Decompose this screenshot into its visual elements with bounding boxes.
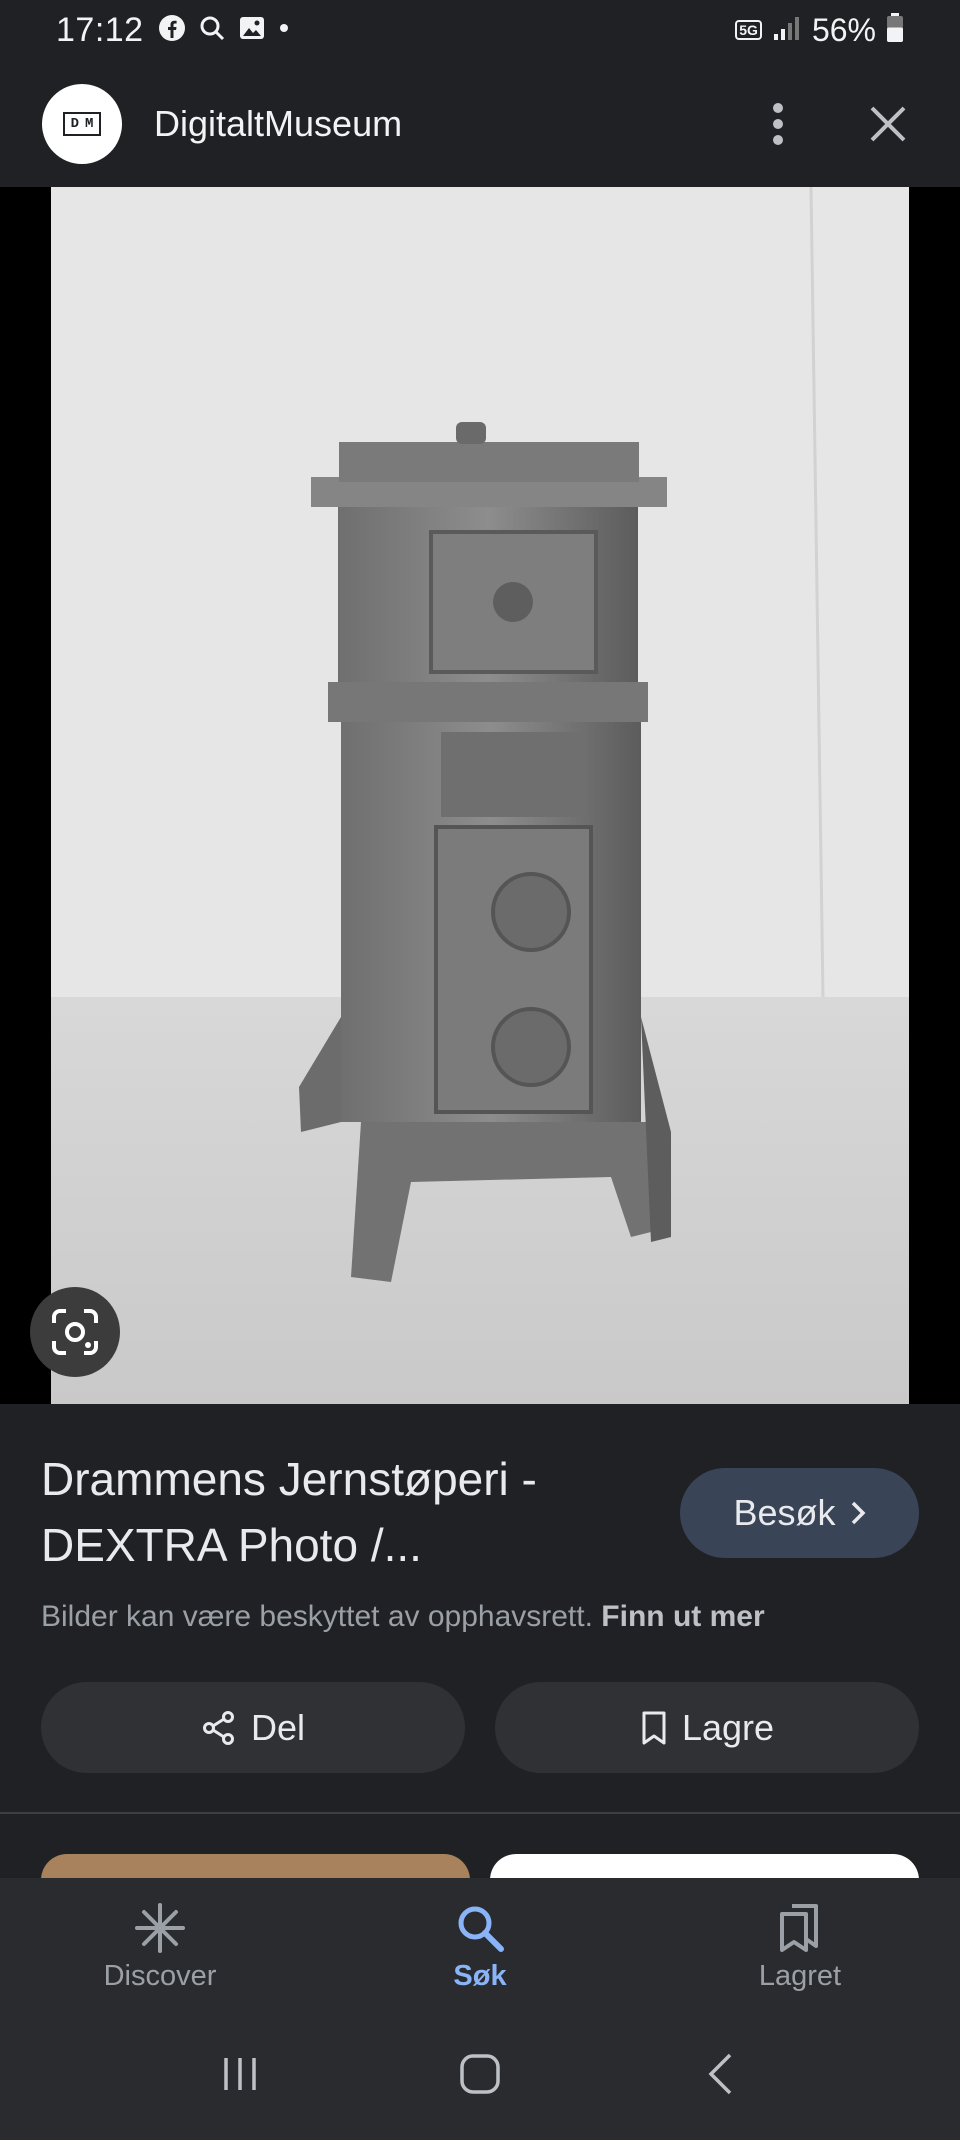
copyright-notice: Bilder kan være beskyttet av opphavsrett… [41,1600,765,1634]
home-icon [460,2054,500,2094]
stove-photo [51,187,909,1404]
visit-button[interactable]: Besøk [680,1468,919,1558]
action-buttons: Del Lagre [41,1682,919,1773]
site-logo[interactable]: D M [42,83,122,164]
status-time: 17:12 [56,10,144,49]
related-image-card[interactable] [490,1854,919,1878]
battery-icon [886,12,904,48]
battery-percent: 56% [811,11,876,48]
logo-letter-m: M [85,115,94,132]
dot-icon [278,21,290,39]
asterisk-icon [135,1903,185,1953]
gallery-icon [238,14,266,47]
nav-label-search: Søk [453,1960,507,1992]
visit-label: Besøk [733,1492,836,1533]
related-images [0,1814,960,1878]
save-label: Lagre [681,1706,775,1748]
more-options-button[interactable] [754,100,802,148]
close-button[interactable] [864,100,912,148]
nav-label-discover: Discover [103,1960,217,1992]
logo-mark: D M [62,111,102,136]
image-viewer[interactable] [0,187,960,1404]
lens-icon [52,1309,98,1355]
share-icon [202,1710,234,1745]
back-icon [708,2053,732,2095]
facebook-icon [158,14,186,47]
chevron-right-icon [851,1501,865,1525]
nav-label-saved: Lagret [758,1960,842,1992]
share-button[interactable]: Del [41,1682,465,1773]
result-title[interactable]: Drammens Jernstøperi - DEXTRA Photo /... [41,1446,641,1578]
status-bar: 17:12 5G 56% [0,0,960,60]
logo-letter-d: D [70,115,79,132]
back-button[interactable] [680,2034,760,2114]
search-icon [458,1906,504,1952]
save-button[interactable]: Lagre [495,1682,919,1773]
related-image-card[interactable] [41,1854,470,1878]
result-details: Drammens Jernstøperi - DEXTRA Photo /...… [0,1404,960,1814]
network-badge: 5G [735,20,762,40]
share-label: Del [250,1706,306,1748]
bookmarks-icon [780,1904,818,1952]
app-bar: D M DigitaltMuseum [0,60,960,187]
site-name: DigitaltMuseum [154,102,403,144]
recent-apps-icon [224,2058,256,2090]
bookmark-icon [642,1711,666,1744]
app-bar-actions [754,100,918,148]
status-right: 5G 56% [735,12,904,49]
nav-search[interactable]: Søk [320,1878,640,2008]
learn-more-link[interactable]: Finn ut mer [601,1600,764,1633]
close-icon [870,106,906,141]
search-notification-icon [198,14,226,47]
google-lens-button[interactable] [30,1287,120,1377]
copyright-text: Bilder kan være beskyttet av opphavsrett… [41,1600,593,1633]
more-vert-icon [773,102,783,145]
system-navigation [0,2008,960,2140]
recent-apps-button[interactable] [200,2034,280,2114]
notification-icons [158,14,290,47]
nav-discover[interactable]: Discover [0,1878,320,2008]
nav-saved[interactable]: Lagret [640,1878,960,2008]
title-row: Drammens Jernstøperi - DEXTRA Photo /...… [41,1446,919,1578]
signal-icon [772,14,802,47]
bottom-navigation: Discover Søk Lagret [0,1878,960,2008]
home-button[interactable] [440,2034,520,2114]
